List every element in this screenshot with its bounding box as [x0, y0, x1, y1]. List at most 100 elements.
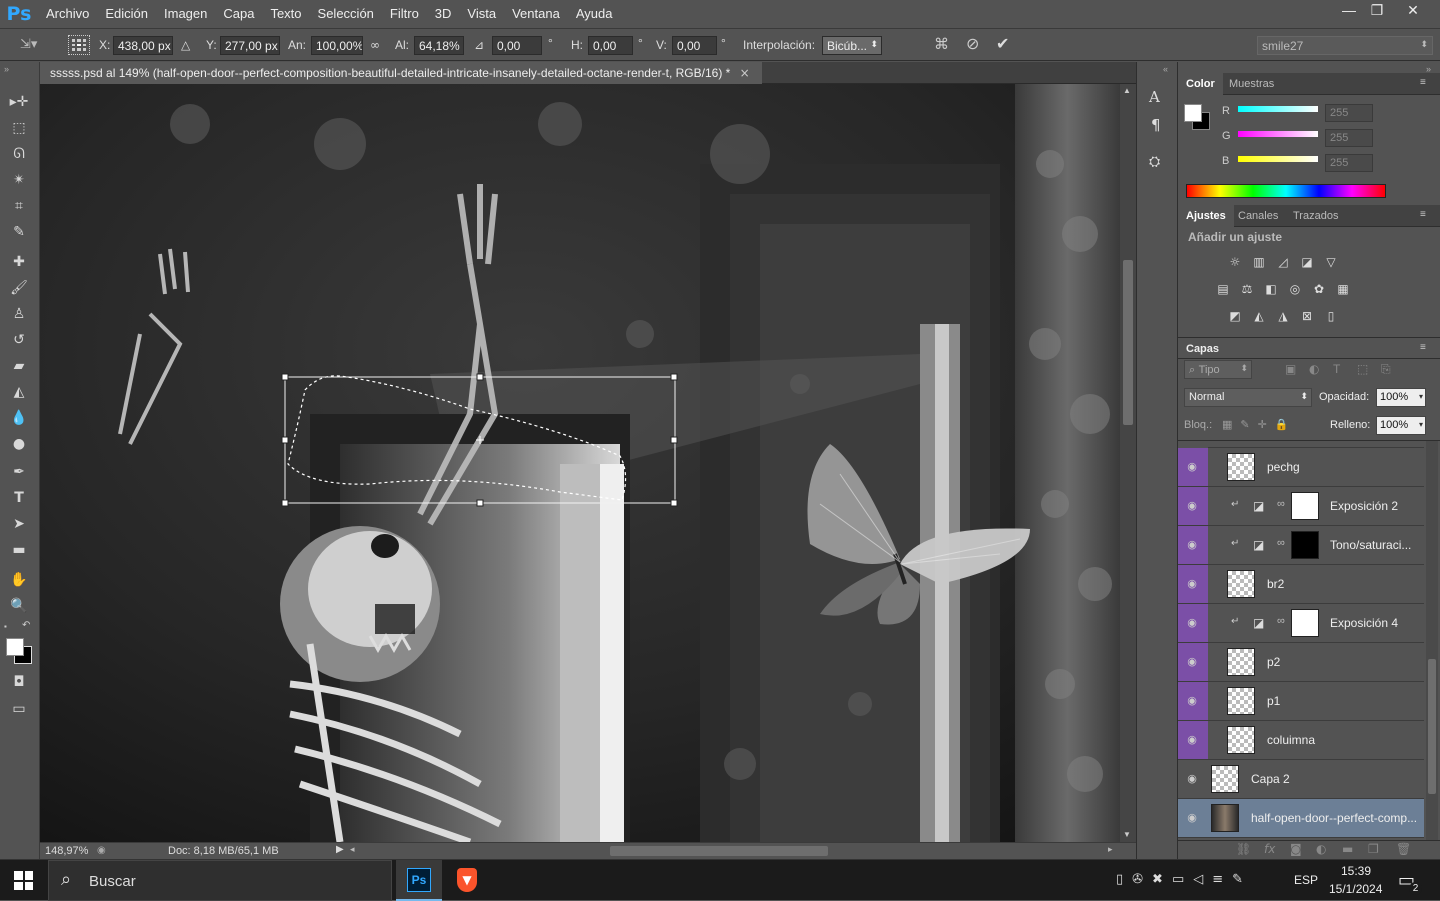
collapse-tools-icon[interactable]: »	[4, 64, 9, 74]
expand-panels-icon[interactable]: «	[1163, 64, 1168, 74]
layer-thumbnail[interactable]	[1227, 726, 1255, 754]
close-tab-icon[interactable]: ×	[740, 66, 750, 80]
threshold-icon[interactable]: ◮	[1275, 309, 1291, 323]
visibility-eye-icon[interactable]: ◉	[1184, 772, 1200, 786]
marquee-tool-icon[interactable]: ⬚	[8, 118, 30, 138]
adjustments-menu-icon[interactable]: ≡	[1420, 209, 1426, 220]
menu-vista[interactable]: Vista	[459, 0, 504, 28]
horizontal-scroll-thumb[interactable]	[610, 846, 828, 856]
scroll-down-icon[interactable]: ▼	[1123, 830, 1131, 839]
visibility-eye-icon[interactable]: ◉	[1184, 577, 1200, 591]
delete-layer-icon[interactable]: 🗑	[1396, 842, 1411, 856]
vskew-input[interactable]: 0,00	[672, 36, 717, 55]
tab-swatches[interactable]: Muestras	[1221, 73, 1282, 95]
dodge-tool-icon[interactable]: ●	[8, 434, 30, 454]
add-mask-icon[interactable]: ◙	[1290, 842, 1302, 856]
vibrance-icon[interactable]: ▽	[1323, 255, 1339, 269]
document-canvas[interactable]	[40, 84, 1120, 842]
layer-thumbnail[interactable]	[1227, 453, 1255, 481]
levels-icon[interactable]: ▥	[1251, 255, 1267, 269]
color-lookup-icon[interactable]: ▦	[1335, 282, 1351, 296]
blur-tool-icon[interactable]: 💧	[8, 408, 30, 428]
hue-saturation-icon[interactable]: ▤	[1215, 282, 1231, 296]
zoom-tool-icon[interactable]: 🔍	[8, 596, 30, 616]
new-adjustment-icon[interactable]: ◐	[1316, 842, 1326, 856]
commit-transform-icon[interactable]: ✔	[996, 34, 1009, 53]
rectangle-tool-icon[interactable]: ▬	[8, 540, 30, 560]
scroll-right-icon[interactable]: ▸	[1108, 845, 1113, 855]
tab-channels[interactable]: Canales	[1230, 205, 1286, 227]
selective-color-icon[interactable]: ⊠	[1299, 309, 1315, 323]
blend-mode-select[interactable]: Normal ⬍	[1184, 388, 1312, 407]
eyedropper-tool-icon[interactable]: ✎	[8, 222, 30, 242]
layer-row[interactable]: ◉ ↵ ◪ ∞ Exposición 4	[1178, 604, 1424, 643]
clone-stamp-tool-icon[interactable]: ♙	[8, 304, 30, 324]
layer-row[interactable]: ◉ Capa 2	[1178, 760, 1424, 799]
minimize-button[interactable]: —	[1334, 0, 1364, 20]
color-panel-menu-icon[interactable]: ≡	[1420, 77, 1426, 88]
swap-colors-icon[interactable]: ↶	[22, 620, 30, 631]
visibility-eye-icon[interactable]: ◉	[1184, 538, 1200, 552]
layers-scrollbar[interactable]	[1426, 441, 1438, 840]
close-button[interactable]: ✕	[1398, 0, 1428, 20]
curves-icon[interactable]: ◿	[1275, 255, 1291, 269]
mask-link-icon[interactable]: ∞	[1277, 537, 1285, 549]
fill-input[interactable]: 100% ▾	[1376, 416, 1426, 435]
filter-type-icon[interactable]: T	[1333, 362, 1340, 376]
layer-style-icon[interactable]: fx	[1264, 842, 1275, 856]
layers-scroll-thumb[interactable]	[1428, 659, 1436, 794]
visibility-eye-icon[interactable]: ◉	[1184, 694, 1200, 708]
menu-filtro[interactable]: Filtro	[382, 0, 427, 28]
layer-row[interactable]: ◉ br2	[1178, 565, 1424, 604]
layers-menu-icon[interactable]: ≡	[1420, 342, 1426, 353]
character-panel-icon[interactable]: A	[1149, 88, 1160, 106]
photo-filter-icon[interactable]: ◎	[1287, 282, 1303, 296]
posterize-icon[interactable]: ◭	[1251, 309, 1267, 323]
healing-brush-tool-icon[interactable]: ✚	[8, 252, 30, 272]
visibility-eye-icon[interactable]: ◉	[1184, 460, 1200, 474]
cancel-transform-icon[interactable]: ⊘	[966, 34, 979, 53]
filter-adjust-icon[interactable]: ◐	[1309, 362, 1319, 376]
scroll-up-icon[interactable]: ▲	[1123, 86, 1131, 95]
hskew-input[interactable]: 0,00	[588, 36, 633, 55]
document-tab[interactable]: sssss.psd al 149% (half-open-door--perfe…	[40, 62, 762, 84]
move-tool-icon[interactable]: ▸✛	[8, 92, 30, 112]
mask-link-icon[interactable]: ∞	[1277, 615, 1285, 627]
layer-row[interactable]: ◉ ↵ ◪ ∞ Tono/saturaci...	[1178, 526, 1424, 565]
quick-mask-icon[interactable]: ◘	[8, 672, 30, 692]
warp-icon[interactable]: ⌘	[934, 35, 949, 53]
menu-seleccion[interactable]: Selección	[310, 0, 382, 28]
eraser-tool-icon[interactable]: ▰	[8, 356, 30, 376]
filter-smart-icon[interactable]: ⎘	[1381, 362, 1391, 377]
x-input[interactable]: 438,00 px	[113, 36, 173, 55]
pen-tool-icon[interactable]: ✒	[8, 462, 30, 482]
layer-row[interactable]: ◉ ↵ ◪ ∞ Exposición 2	[1178, 487, 1424, 526]
move-tool-preset-icon[interactable]: ⇲▾	[20, 37, 37, 52]
height-input[interactable]: 64,18%	[414, 36, 464, 55]
layer-mask-thumbnail[interactable]	[1291, 492, 1319, 520]
hand-tool-icon[interactable]: ✋	[8, 570, 30, 590]
tab-layers[interactable]: Capas	[1178, 338, 1227, 360]
paragraph-panel-icon[interactable]: ¶	[1151, 116, 1161, 134]
brush-tool-icon[interactable]: 🖌	[8, 278, 30, 298]
color-balance-icon[interactable]: ⚖	[1239, 282, 1255, 296]
link-icon[interactable]: ∞	[370, 38, 380, 52]
path-selection-tool-icon[interactable]: ➤	[8, 514, 30, 534]
default-colors-icon[interactable]: ▪	[4, 622, 7, 631]
visibility-eye-icon[interactable]: ◉	[1184, 655, 1200, 669]
layer-thumbnail[interactable]	[1227, 687, 1255, 715]
layer-thumbnail[interactable]	[1211, 804, 1239, 832]
angle-input[interactable]: 0,00	[492, 36, 542, 55]
layer-row[interactable]: ◉ p1	[1178, 682, 1424, 721]
3d-panel-icon[interactable]: ⛭	[1149, 154, 1160, 170]
link-layers-icon[interactable]: ⛓	[1236, 842, 1251, 856]
b-input[interactable]: 255	[1325, 154, 1373, 172]
tab-color[interactable]: Color	[1178, 73, 1223, 95]
layer-filter-select[interactable]: ⌕ Tipo ⬍	[1184, 360, 1252, 379]
zoom-level[interactable]: 148,97%	[45, 845, 88, 857]
y-input[interactable]: 277,00 px	[220, 36, 280, 55]
opacity-input[interactable]: 100% ▾	[1376, 388, 1426, 407]
new-group-icon[interactable]: ▬	[1342, 842, 1353, 856]
delta-icon[interactable]: △	[181, 38, 190, 52]
status-menu-arrow-icon[interactable]: ▶	[336, 844, 344, 855]
